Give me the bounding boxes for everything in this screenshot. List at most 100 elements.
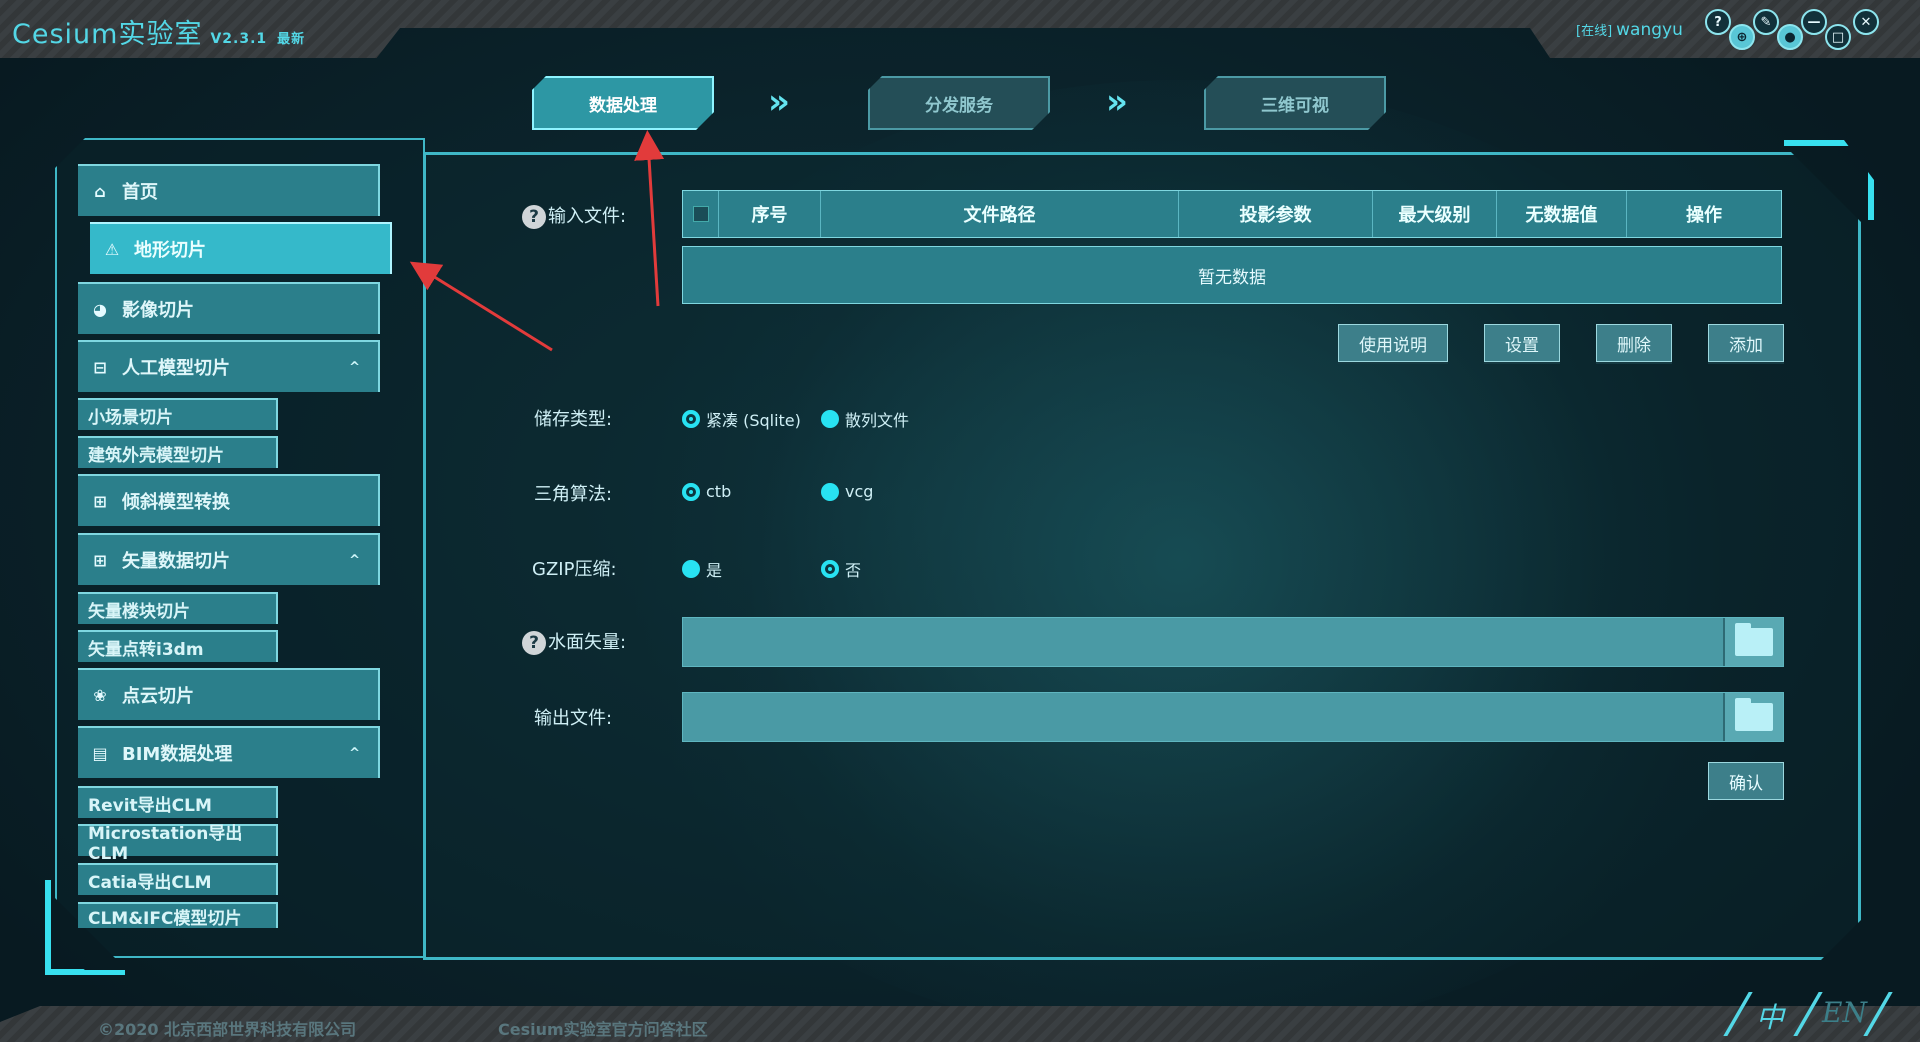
confirm-button[interactable]: 确认	[1708, 762, 1784, 800]
nav-label: 倾斜模型转换	[122, 492, 230, 513]
sub-clm-ifc[interactable]: CLM&IFC模型切片	[78, 902, 278, 929]
help-icon[interactable]: ?	[522, 631, 546, 655]
maximize-icon[interactable]: □	[1825, 24, 1851, 50]
radio-icon	[682, 560, 700, 578]
storage-label: 储存类型:	[534, 409, 613, 430]
nav-label: 矢量数据切片	[122, 551, 230, 572]
home-icon: ⌂	[94, 181, 106, 201]
nav-vector[interactable]: ⊞ 矢量数据切片 ^	[78, 533, 380, 585]
nav-oblique[interactable]: ⊞ 倾斜模型转换	[78, 474, 380, 526]
sub-building-shell[interactable]: 建筑外壳模型切片	[78, 436, 278, 468]
imagery-icon: ◕	[93, 299, 107, 319]
radio-label: ctb	[706, 482, 732, 501]
browse-button[interactable]	[1723, 618, 1783, 666]
folder-icon	[1735, 623, 1773, 656]
radio-triangle-vcg[interactable]: vcg	[821, 482, 873, 501]
collapse-icon[interactable]: ^	[349, 746, 360, 761]
select-all-checkbox[interactable]	[683, 191, 719, 237]
community-link[interactable]: Cesium实验室官方问答社区	[498, 1016, 708, 1040]
col-file-path: 文件路径	[821, 191, 1179, 237]
model-icon: ⊟	[93, 357, 107, 377]
nav-home[interactable]: ⌂ 首页	[78, 164, 380, 216]
sub-revit-clm[interactable]: Revit导出CLM	[78, 786, 278, 818]
app-version: V2.3.1	[210, 31, 268, 47]
file-table-header: 序号 文件路径 投影参数 最大级别 无数据值 操作	[682, 190, 1782, 238]
radio-triangle-ctb[interactable]: ctb	[682, 482, 731, 501]
globe-icon[interactable]: ⊕	[1729, 24, 1755, 50]
help-icon[interactable]: ?	[1705, 9, 1731, 35]
collapse-icon[interactable]: ^	[349, 553, 360, 568]
help-icon[interactable]: ?	[522, 205, 546, 229]
oblique-icon: ⊞	[93, 491, 107, 511]
col-max-level: 最大级别	[1373, 191, 1497, 237]
delete-button[interactable]: 删除	[1596, 324, 1672, 362]
nav-bim[interactable]: ▤ BIM数据处理 ^	[78, 726, 380, 778]
label-text: 水面矢量:	[548, 632, 627, 653]
radio-gzip-no[interactable]: 否	[821, 557, 861, 581]
vector-icon: ⊞	[93, 550, 107, 570]
sub-small-scene[interactable]: 小场景切片	[78, 398, 278, 430]
step-chevron-icon: »	[768, 82, 790, 122]
close-icon[interactable]: ✕	[1853, 9, 1879, 35]
copyright-text: ©2020 北京西部世界科技有限公司	[98, 1020, 357, 1039]
triangle-label: 三角算法:	[534, 484, 613, 505]
nav-label: 地形切片	[134, 240, 206, 261]
water-vector-label: ? 水面矢量:	[522, 628, 626, 655]
radio-label: vcg	[845, 482, 874, 501]
nav-imagery[interactable]: ◕ 影像切片	[78, 282, 380, 334]
nav-pointcloud[interactable]: ❀ 点云切片	[78, 668, 380, 720]
lang-zh[interactable]: 中	[1756, 996, 1784, 1036]
radio-selected-icon	[821, 560, 839, 578]
radio-storage-sqlite[interactable]: 紧凑 (Sqlite)	[682, 407, 801, 431]
checkbox[interactable]	[692, 206, 709, 222]
radio-icon	[821, 482, 839, 501]
settings-button[interactable]: 设置	[1484, 324, 1560, 362]
radio-gzip-yes[interactable]: 是	[682, 557, 722, 581]
sub-microstation-clm[interactable]: Microstation导出CLM	[78, 824, 278, 864]
sub-vector-i3dm[interactable]: 矢量点转i3dm	[78, 630, 278, 662]
sub-catia-clm[interactable]: Catia导出CLM	[78, 863, 278, 895]
radio-label: 散列文件	[845, 411, 910, 430]
col-projection: 投影参数	[1179, 191, 1373, 237]
label-text: 输入文件:	[548, 206, 627, 227]
sub-vector-building[interactable]: 矢量楼块切片	[78, 592, 278, 624]
output-file-label: 输出文件:	[534, 708, 613, 729]
browse-button[interactable]	[1723, 693, 1783, 741]
nav-manual-model[interactable]: ⊟ 人工模型切片 ^	[78, 340, 380, 392]
bim-icon: ▤	[92, 743, 108, 763]
nav-terrain[interactable]: ⚠ 地形切片	[90, 222, 392, 274]
radio-selected-icon	[682, 410, 700, 428]
radio-label: 是	[706, 561, 723, 580]
radio-label: 紧凑 (Sqlite)	[706, 411, 801, 430]
step-3d-visual[interactable]: 三维可视	[1204, 76, 1386, 130]
minimize-icon[interactable]: —	[1801, 9, 1827, 35]
step-chevron-icon: »	[1106, 82, 1128, 122]
wrench-icon[interactable]: ✎	[1753, 9, 1779, 35]
nav-label: 首页	[122, 182, 158, 203]
step-distribution[interactable]: 分发服务	[868, 76, 1050, 130]
col-nodata: 无数据值	[1497, 191, 1627, 237]
online-status: [在线]	[1576, 24, 1613, 39]
user-icon[interactable]: ●	[1777, 24, 1803, 50]
radio-storage-hash[interactable]: 散列文件	[821, 407, 909, 431]
gzip-label: GZIP压缩:	[532, 559, 617, 580]
step-data-processing[interactable]: 数据处理	[532, 76, 714, 130]
radio-icon	[821, 410, 839, 428]
water-vector-input[interactable]	[682, 617, 1784, 667]
table-empty-state: 暂无数据	[682, 246, 1782, 304]
nav-label: BIM数据处理	[122, 744, 233, 765]
app-window: Cesium实验室 V2.3.1 最新 [在线] wangyu ? ⊕ ✎ ● — □…	[0, 0, 1920, 1042]
radio-selected-icon	[682, 482, 700, 501]
lang-en[interactable]: EN	[1822, 996, 1867, 1029]
col-actions: 操作	[1686, 205, 1722, 226]
add-button[interactable]: 添加	[1708, 324, 1784, 362]
user-name[interactable]: wangyu	[1616, 20, 1683, 40]
window-controls: ? ⊕ ✎ ● — □ ✕	[1705, 6, 1910, 50]
usage-button[interactable]: 使用说明	[1338, 324, 1448, 362]
output-file-input[interactable]	[682, 692, 1784, 742]
input-file-label: ? 输入文件:	[522, 202, 626, 229]
collapse-icon[interactable]: ^	[349, 360, 360, 375]
app-title: Cesium实验室 V2.3.1 最新	[12, 12, 305, 51]
folder-icon	[1735, 698, 1773, 731]
radio-label: 否	[845, 561, 862, 580]
